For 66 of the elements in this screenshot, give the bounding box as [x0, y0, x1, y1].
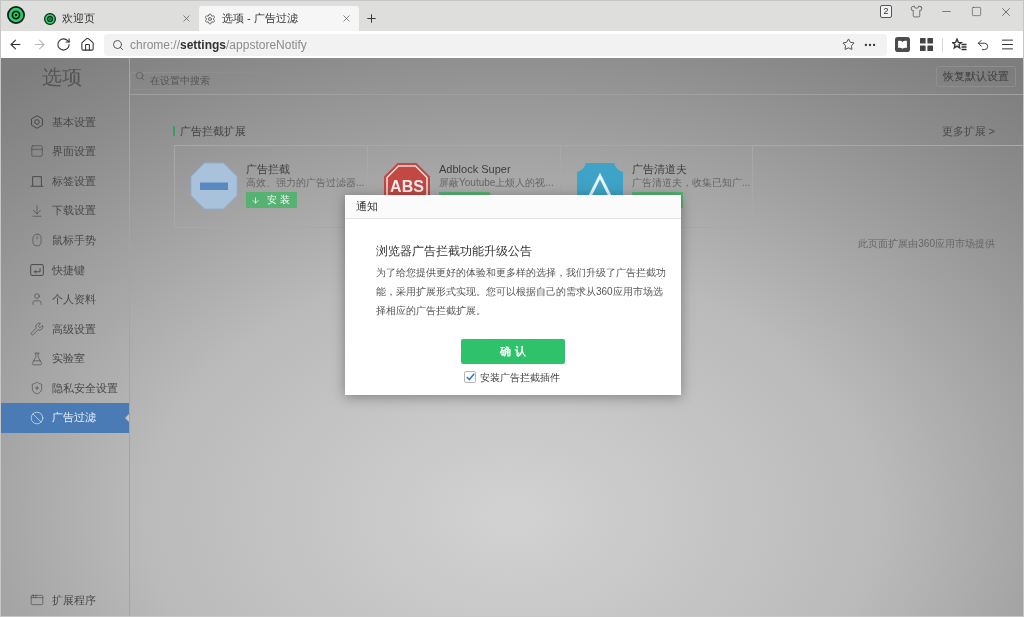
sidebar-item[interactable]: 隐私安全设置: [1, 373, 129, 403]
window-icon: [30, 144, 44, 159]
dialog-title: 通知: [356, 199, 378, 215]
nut-icon: [30, 114, 44, 129]
flask-icon: [30, 351, 44, 366]
undo-icon[interactable]: [976, 37, 990, 52]
section-title: 广告拦截扩展: [180, 123, 246, 139]
book-tile-icon[interactable]: [894, 37, 910, 52]
sidebar-item[interactable]: 界面设置: [1, 136, 129, 167]
tab-title: 选项 - 广告过滤: [222, 11, 299, 27]
search-icon: [135, 71, 145, 81]
confirm-button[interactable]: 确 认: [461, 339, 565, 364]
user-icon: [30, 292, 44, 307]
keyboard-icon: [30, 262, 44, 277]
mouse-icon: [30, 233, 44, 248]
shirt-icon[interactable]: [909, 5, 923, 18]
shield-icon: [30, 381, 44, 396]
extension-name: 广告拦截: [246, 162, 291, 176]
more-extensions-link[interactable]: 更多扩展 >: [941, 122, 995, 140]
wrench-icon: [30, 321, 44, 336]
install-button[interactable]: 安 装: [246, 192, 297, 208]
browser-logo-icon: [7, 6, 25, 24]
check-icon: [465, 373, 475, 381]
gear-icon: [204, 12, 216, 25]
address-field[interactable]: chrome://settings/appstoreNotify: [104, 33, 887, 56]
star-icon[interactable]: [841, 38, 855, 51]
checkbox-label: 安装广告拦截插件: [480, 370, 560, 385]
sidebar-item[interactable]: 鼠标手势: [1, 225, 129, 255]
sidebar-item[interactable]: 基本设置: [1, 107, 129, 137]
star-list-icon[interactable]: [951, 38, 967, 51]
favicon-icon: [44, 12, 56, 25]
sidebar-item[interactable]: 高级设置: [1, 314, 129, 344]
reload-icon[interactable]: [55, 37, 71, 52]
sidebar-item[interactable]: 个人资料: [1, 284, 129, 315]
browser-tab[interactable]: 选项 - 广告过滤: [199, 6, 359, 31]
sidebar-item[interactable]: 扩展程序: [1, 586, 129, 614]
notice-text: 为了给您提供更好的体验和更多样的选择，我们升级了广告拦截功能，采用扩展形式实现。您可以根据自己的需求从360应用市场选择相应的广告拦截扩展。: [376, 266, 667, 318]
checkbox[interactable]: [464, 371, 476, 383]
app-window-icon: [30, 593, 44, 607]
tab-count-button[interactable]: 2: [880, 5, 892, 18]
tab-title: 欢迎页: [62, 11, 96, 27]
prohibited-icon: [30, 410, 44, 425]
home-icon[interactable]: [79, 37, 95, 52]
pointer-notch-icon: [125, 413, 129, 422]
no-entry-icon: [190, 162, 238, 210]
plus-icon[interactable]: [365, 12, 378, 25]
download-icon: [30, 203, 44, 218]
sidebar-item[interactable]: 标签设置: [1, 166, 129, 196]
download-arrow-icon: [251, 195, 260, 205]
extension-name: Adblock Super: [439, 162, 512, 176]
tab-icon: [30, 174, 44, 188]
browser-tab[interactable]: 欢迎页: [39, 6, 199, 31]
extension-name: 广告清道夫: [632, 162, 688, 176]
sidebar-item[interactable]: 广告过滤: [1, 402, 129, 433]
search-icon: [112, 38, 124, 51]
section-marker-icon: [173, 126, 175, 136]
url-text: chrome://settings/appstoreNotify: [130, 36, 308, 54]
sidebar-item[interactable]: 实验室: [1, 343, 129, 374]
sidebar-item[interactable]: 快捷键: [1, 254, 129, 285]
tab-close-icon[interactable]: [341, 13, 352, 24]
grid-icon[interactable]: [919, 38, 933, 51]
notice-heading: 浏览器广告拦截功能升级公告: [376, 243, 533, 259]
sidebar-item[interactable]: 下载设置: [1, 195, 129, 226]
tab-close-icon[interactable]: [181, 13, 192, 24]
menu-icon[interactable]: [999, 37, 1015, 52]
extension-description: 屏蔽Youtube上烦人的视...: [439, 176, 554, 190]
